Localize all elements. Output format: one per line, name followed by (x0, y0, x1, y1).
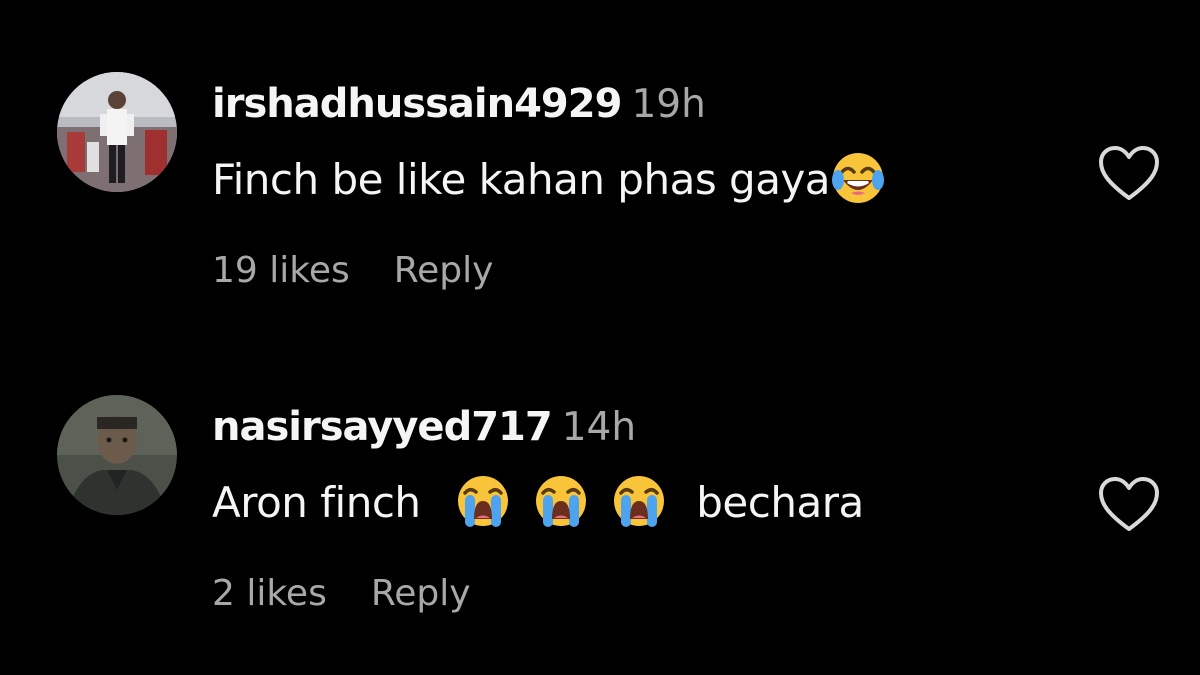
avatar[interactable] (57, 72, 177, 192)
comment-meta: 19 likes Reply (212, 248, 493, 294)
comment-body-start: Aron finch (212, 478, 421, 527)
comment-meta: 2 likes Reply (212, 571, 471, 617)
heart-outline-icon[interactable] (1097, 475, 1161, 535)
loudly-crying-face-icon (533, 473, 589, 529)
comment-body-end: bechara (696, 478, 864, 527)
heart-outline-icon[interactable] (1097, 144, 1161, 204)
face-with-tears-of-joy-icon (830, 150, 886, 206)
timestamp[interactable]: 19h (631, 82, 705, 127)
username[interactable]: irshadhussain4929 (212, 81, 622, 127)
avatar[interactable] (57, 395, 177, 515)
comment-body: Finch be like kahan phas gaya (212, 155, 831, 204)
comment-header: irshadhussain4929 19h (212, 78, 706, 138)
comment-header: nasirsayyed717 14h (212, 401, 636, 461)
likes-count[interactable]: 19 likes (212, 250, 350, 291)
loudly-crying-face-icon (611, 473, 667, 529)
likes-count[interactable]: 2 likes (212, 573, 327, 614)
username[interactable]: nasirsayyed717 (212, 404, 553, 450)
comment-text: Finch be like kahan phas gaya (212, 150, 886, 207)
reply-button[interactable]: Reply (394, 250, 494, 291)
timestamp[interactable]: 14h (562, 405, 636, 450)
loudly-crying-face-icon (455, 473, 511, 529)
comment-text: Aron finch bechara (212, 473, 864, 530)
reply-button[interactable]: Reply (371, 573, 471, 614)
